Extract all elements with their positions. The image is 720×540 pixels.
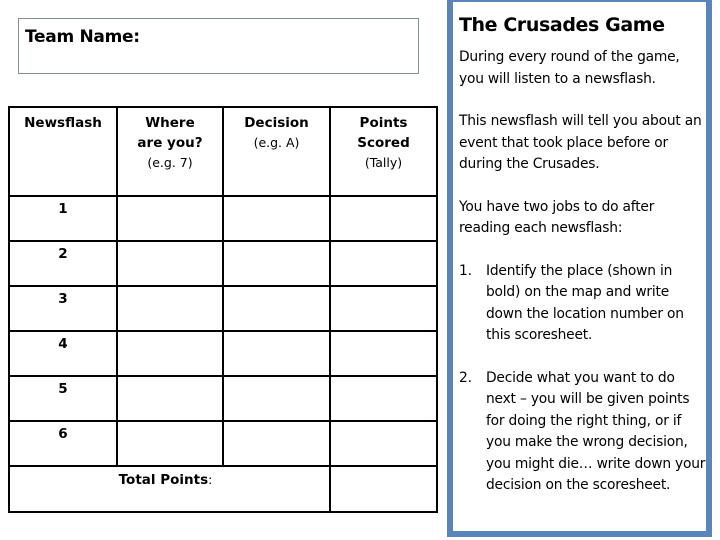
game-title: The Crusades Game	[459, 14, 665, 36]
table-row: 6	[8, 420, 438, 467]
table-row: 2	[8, 240, 438, 287]
team-name-label: Team Name:	[25, 27, 140, 47]
newsflash-number: 5	[8, 375, 118, 422]
instruction-paragraph: This newsflash will tell you about an ev…	[459, 113, 702, 172]
where-cell[interactable]	[116, 375, 224, 422]
header-newsflash-label: Newsflash	[24, 115, 102, 131]
decision-cell[interactable]	[222, 195, 331, 242]
scoresheet-table: Newsflash Where are you? (e.g. 7) Decisi…	[8, 106, 438, 513]
total-row: Total Points:	[8, 465, 438, 513]
step-item: 2. Decide what you want to do next – you…	[459, 368, 706, 497]
points-cell[interactable]	[329, 375, 438, 422]
newsflash-number: 3	[8, 285, 118, 332]
points-cell[interactable]	[329, 285, 438, 332]
table-row: 3	[8, 285, 438, 332]
where-cell[interactable]	[116, 240, 224, 287]
header-points-label: Points Scored	[357, 115, 410, 151]
header-points-tally: (Tally)	[364, 155, 403, 170]
table-row: 1	[8, 195, 438, 242]
header-points: Points Scored (Tally)	[329, 106, 438, 197]
instructions-panel: The Crusades Game During every round of …	[447, 0, 712, 537]
instruction-paragraph: During every round of the game, you will…	[459, 49, 680, 87]
header-decision: Decision (e.g. A)	[222, 106, 331, 197]
header-decision-example: (e.g. A)	[253, 135, 300, 150]
step-item: 1. Identify the place (shown in bold) on…	[459, 261, 706, 347]
newsflash-number: 1	[8, 195, 118, 242]
points-cell[interactable]	[329, 420, 438, 467]
where-cell[interactable]	[116, 330, 224, 377]
header-decision-label: Decision	[244, 115, 309, 131]
decision-cell[interactable]	[222, 330, 331, 377]
header-newsflash: Newsflash	[8, 106, 118, 197]
newsflash-number: 2	[8, 240, 118, 287]
step-text: Identify the place (shown in bold) on th…	[486, 262, 684, 344]
where-cell[interactable]	[116, 420, 224, 467]
table-row: 5	[8, 375, 438, 422]
total-points-label: Total Points	[118, 472, 209, 488]
step-marker: 1.	[459, 262, 472, 279]
where-cell[interactable]	[116, 285, 224, 332]
decision-cell[interactable]	[222, 240, 331, 287]
table-header-row: Newsflash Where are you? (e.g. 7) Decisi…	[8, 106, 438, 197]
where-cell[interactable]	[116, 195, 224, 242]
header-where-example: (e.g. 7)	[147, 155, 193, 170]
header-where: Where are you? (e.g. 7)	[116, 106, 224, 197]
total-points-label-cell: Total Points:	[8, 465, 331, 513]
decision-cell[interactable]	[222, 420, 331, 467]
total-points-colon: :	[208, 472, 213, 487]
points-cell[interactable]	[329, 240, 438, 287]
header-where-label: Where are you?	[137, 115, 203, 151]
instruction-paragraph: You have two jobs to do after reading ea…	[459, 198, 655, 237]
steps-list: 1. Identify the place (shown in bold) on…	[459, 261, 706, 497]
table-row: 4	[8, 330, 438, 377]
points-cell[interactable]	[329, 330, 438, 377]
decision-cell[interactable]	[222, 375, 331, 422]
step-text: Decide what you want to do next – you wi…	[486, 369, 706, 494]
total-points-cell[interactable]	[329, 465, 438, 513]
points-cell[interactable]	[329, 195, 438, 242]
decision-cell[interactable]	[222, 285, 331, 332]
team-name-box[interactable]: Team Name:	[18, 18, 419, 74]
step-marker: 2.	[459, 369, 472, 386]
newsflash-number: 6	[8, 420, 118, 467]
newsflash-number: 4	[8, 330, 118, 377]
